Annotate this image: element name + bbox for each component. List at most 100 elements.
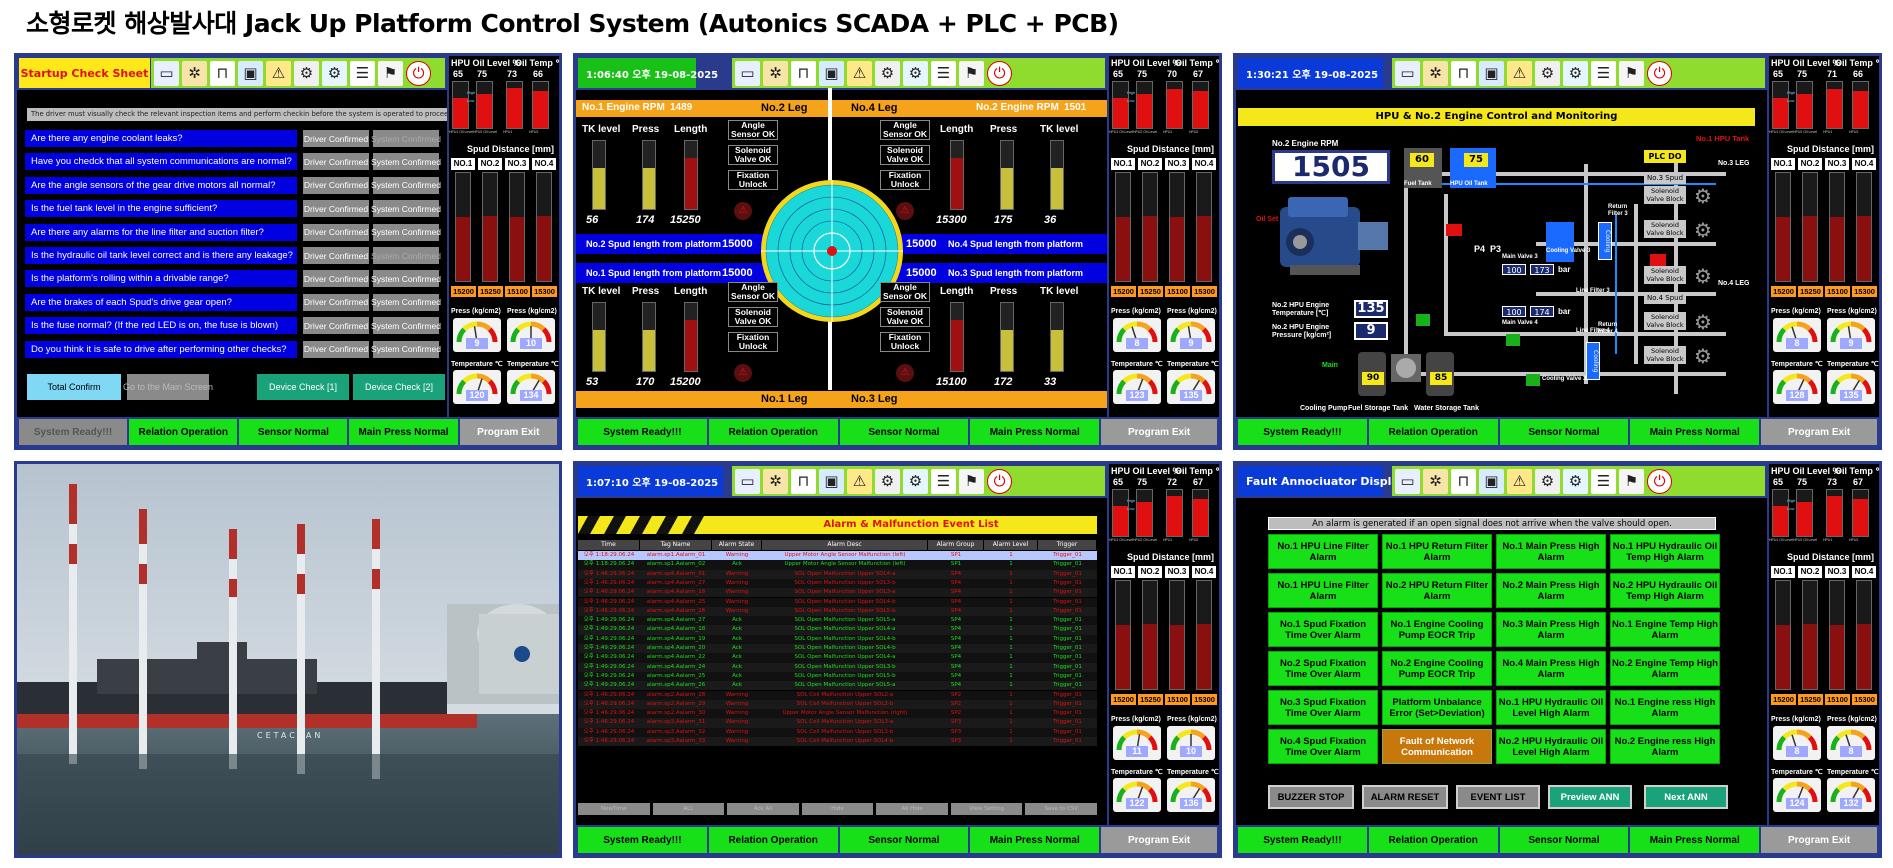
alarm-row[interactable]: 오후 1:49:29.06.24 alarm.sp4.Aalarm_22 Ack SO… bbox=[578, 653, 1097, 663]
driver-confirmed-button[interactable]: Driver Confirmed bbox=[303, 247, 369, 264]
power-exit-icon[interactable]: ⏻ bbox=[406, 60, 431, 86]
driver-confirmed-button[interactable]: Driver Confirmed bbox=[303, 270, 369, 288]
alarm-row[interactable]: 오후 1:46:29.06.24 alarm.sp4.Aalarm_18 Warni… bbox=[578, 588, 1097, 598]
alarm-row[interactable]: 오후 1:46:29.06.24 alarm.sp2.Aalarm_29 Warni… bbox=[578, 699, 1097, 710]
settings-person-icon[interactable]: ⚙ bbox=[875, 468, 900, 494]
status-sensor-button[interactable]: Sensor Normal bbox=[1499, 827, 1629, 853]
gear-icon[interactable]: ⚙ bbox=[1563, 60, 1588, 86]
document-icon[interactable]: ☰ bbox=[931, 468, 956, 494]
status-press-button[interactable]: Main Press Normal bbox=[1630, 419, 1760, 445]
computer-icon[interactable]: ▣ bbox=[238, 60, 263, 86]
gear-joint-icon[interactable]: ✲ bbox=[763, 468, 788, 494]
status-press-button[interactable]: Main Press Normal bbox=[349, 419, 458, 445]
alarm-row[interactable]: 오후 1:49:29.06.24 alarm.sp4.Aalarm_24 Ack SO… bbox=[578, 662, 1097, 672]
alarm-row[interactable]: 오후 1:46:29.06.24 alarm.sp2.Aalarm_30 Warni… bbox=[578, 709, 1097, 719]
status-exit-button[interactable]: Program Exit bbox=[459, 419, 557, 445]
driver-confirmed-button[interactable]: Driver Confirmed bbox=[303, 176, 369, 194]
status-ready-button[interactable]: System Ready!!! bbox=[19, 419, 128, 445]
gear-joint-icon[interactable]: ✲ bbox=[1423, 60, 1448, 86]
system-confirmed-button[interactable]: System Confirmed bbox=[371, 200, 441, 218]
status-sensor-button[interactable]: Sensor Normal bbox=[839, 419, 969, 445]
alarm-row[interactable]: 오후 1:49:29.06.24 alarm.sp4.Aalarm_27 Ack SO… bbox=[578, 616, 1097, 626]
alarm-reset-button[interactable]: ALARM RESET bbox=[1362, 785, 1448, 809]
system-confirmed-button[interactable]: System Confirmed bbox=[371, 153, 441, 171]
warning-leg-icon[interactable]: ⚠ bbox=[847, 468, 872, 494]
driver-confirmed-button[interactable]: Driver Confirmed bbox=[303, 317, 369, 335]
rig-icon[interactable]: ⊓ bbox=[1451, 468, 1476, 494]
status-relation-button[interactable]: Relation Operation bbox=[708, 827, 838, 853]
alarm-light-icon[interactable]: ⚑ bbox=[959, 468, 984, 494]
power-exit-icon[interactable]: ⏻ bbox=[987, 468, 1012, 494]
status-press-button[interactable]: Main Press Normal bbox=[970, 827, 1100, 853]
alarm-footer-button[interactable]: ALL bbox=[652, 803, 725, 815]
system-confirmed-button[interactable]: System Confirmed bbox=[371, 223, 441, 241]
computer-icon[interactable]: ▣ bbox=[819, 60, 844, 86]
alarm-row[interactable]: 오후 1:18:29.06.24 alarm.sp1.Aalarm_02 Ack Up… bbox=[578, 560, 1097, 570]
settings-person-icon[interactable]: ⚙ bbox=[1535, 60, 1560, 86]
monitor-icon[interactable]: ▭ bbox=[735, 468, 760, 494]
alarm-row[interactable]: 오후 1:49:29.06.24 alarm.sp4.Aalarm_20 Ack SO… bbox=[578, 644, 1097, 654]
driver-confirmed-button[interactable]: Driver Confirmed bbox=[303, 130, 369, 147]
alarm-footer-button[interactable]: All Hide bbox=[876, 803, 948, 815]
settings-person-icon[interactable]: ⚙ bbox=[875, 60, 900, 86]
driver-confirmed-button[interactable]: Driver Confirmed bbox=[303, 223, 369, 241]
driver-confirmed-button[interactable]: Driver Confirmed bbox=[303, 293, 369, 311]
status-relation-button[interactable]: Relation Operation bbox=[708, 419, 838, 445]
monitor-icon[interactable]: ▭ bbox=[1395, 60, 1420, 86]
monitor-icon[interactable]: ▭ bbox=[154, 60, 179, 86]
computer-icon[interactable]: ▣ bbox=[1479, 468, 1504, 494]
alarm-light-icon[interactable]: ⚑ bbox=[378, 60, 403, 86]
document-icon[interactable]: ☰ bbox=[1591, 468, 1616, 494]
alarm-row[interactable]: 오후 1:46:29.06.24 alarm.sp2.Aalarm_28 Warni… bbox=[578, 690, 1097, 700]
alarm-row[interactable]: 오후 1:46:29.06.24 alarm.sp3.Aalarm_31 Warni… bbox=[578, 718, 1097, 728]
warning-leg-icon[interactable]: ⚠ bbox=[1507, 60, 1532, 86]
device-check-1-button[interactable]: Device Check [1] bbox=[257, 374, 349, 400]
device-check-2-button[interactable]: Device Check [2] bbox=[353, 374, 445, 400]
system-confirmed-button[interactable]: System Confirmed bbox=[371, 340, 441, 358]
buzzer-stop-button[interactable]: BUZZER STOP bbox=[1268, 785, 1354, 809]
status-relation-button[interactable]: Relation Operation bbox=[1368, 827, 1498, 853]
alarm-row[interactable]: 오후 1:46:29.06.24 alarm.sp4.Aalarm_01 Warni… bbox=[578, 569, 1097, 579]
gear-icon[interactable]: ⚙ bbox=[1563, 468, 1588, 494]
gear-icon[interactable]: ⚙ bbox=[322, 60, 347, 86]
system-confirmed-button[interactable]: System Confirmed bbox=[371, 130, 441, 147]
status-sensor-button[interactable]: Sensor Normal bbox=[1499, 419, 1629, 445]
gear-icon[interactable]: ⚙ bbox=[903, 60, 928, 86]
rig-icon[interactable]: ⊓ bbox=[210, 60, 235, 86]
warning-leg-icon[interactable]: ⚠ bbox=[1507, 468, 1532, 494]
gear-icon[interactable]: ⚙ bbox=[903, 468, 928, 494]
status-press-button[interactable]: Main Press Normal bbox=[970, 419, 1100, 445]
go-main-screen-button[interactable]: Go to the Main Screen bbox=[123, 374, 213, 400]
computer-icon[interactable]: ▣ bbox=[1479, 60, 1504, 86]
alarm-footer-button[interactable]: NewTime bbox=[578, 803, 650, 815]
computer-icon[interactable]: ▣ bbox=[819, 468, 844, 494]
document-icon[interactable]: ☰ bbox=[350, 60, 375, 86]
alarm-row[interactable]: 오후 1:49:29.06.24 alarm.sp4.Aalarm_19 Ack SO… bbox=[578, 634, 1097, 644]
system-confirmed-button[interactable]: System Confirmed bbox=[371, 176, 441, 194]
alarm-row[interactable]: 오후 1:46:29.06.24 alarm.sp3.Aalarm_33 Warni… bbox=[578, 737, 1097, 747]
alarm-row[interactable]: 오후 1:46:29.06.24 alarm.sp4.Aalarm_26 Warni… bbox=[578, 606, 1097, 617]
system-confirmed-button[interactable]: System Confirmed bbox=[371, 270, 441, 288]
status-exit-button[interactable]: Program Exit bbox=[1101, 827, 1218, 853]
status-relation-button[interactable]: Relation Operation bbox=[129, 419, 238, 445]
alarm-row[interactable]: 오후 1:46:29.06.24 alarm.sp3.Aalarm_32 Warni… bbox=[578, 727, 1097, 737]
total-confirm-button[interactable]: Total Confirm bbox=[27, 374, 121, 400]
power-exit-icon[interactable]: ⏻ bbox=[1647, 468, 1672, 494]
warning-leg-icon[interactable]: ⚠ bbox=[266, 60, 291, 86]
system-confirmed-button[interactable]: System Confirmed bbox=[371, 247, 441, 264]
alarm-row[interactable]: 오후 1:49:29.06.24 alarm.sp4.Aalarm_26 Ack SO… bbox=[578, 681, 1097, 691]
alarm-footer-button[interactable]: Ack All bbox=[727, 803, 799, 815]
alarm-row[interactable]: 오후 1:49:29.06.24 alarm.sp4.Aalarm_18 Ack SO… bbox=[578, 625, 1097, 635]
system-confirmed-button[interactable]: System Confirmed bbox=[371, 317, 441, 335]
status-press-button[interactable]: Main Press Normal bbox=[1630, 827, 1760, 853]
warning-leg-icon[interactable]: ⚠ bbox=[847, 60, 872, 86]
alarm-footer-button[interactable]: Save to CSV bbox=[1025, 803, 1098, 815]
alarm-row[interactable]: 오후 1:18:29.06.24 alarm.sp1.Aalarm_01 Warni… bbox=[578, 551, 1097, 561]
rig-icon[interactable]: ⊓ bbox=[1451, 60, 1476, 86]
next-ann-button[interactable]: Next ANN bbox=[1644, 785, 1728, 809]
alarm-footer-button[interactable]: View Setting bbox=[950, 803, 1023, 815]
event-list-button[interactable]: EVENT LIST bbox=[1456, 785, 1540, 809]
power-exit-icon[interactable]: ⏻ bbox=[987, 60, 1012, 86]
preview-ann-button[interactable]: Preview ANN bbox=[1548, 785, 1632, 809]
status-sensor-button[interactable]: Sensor Normal bbox=[839, 827, 969, 853]
